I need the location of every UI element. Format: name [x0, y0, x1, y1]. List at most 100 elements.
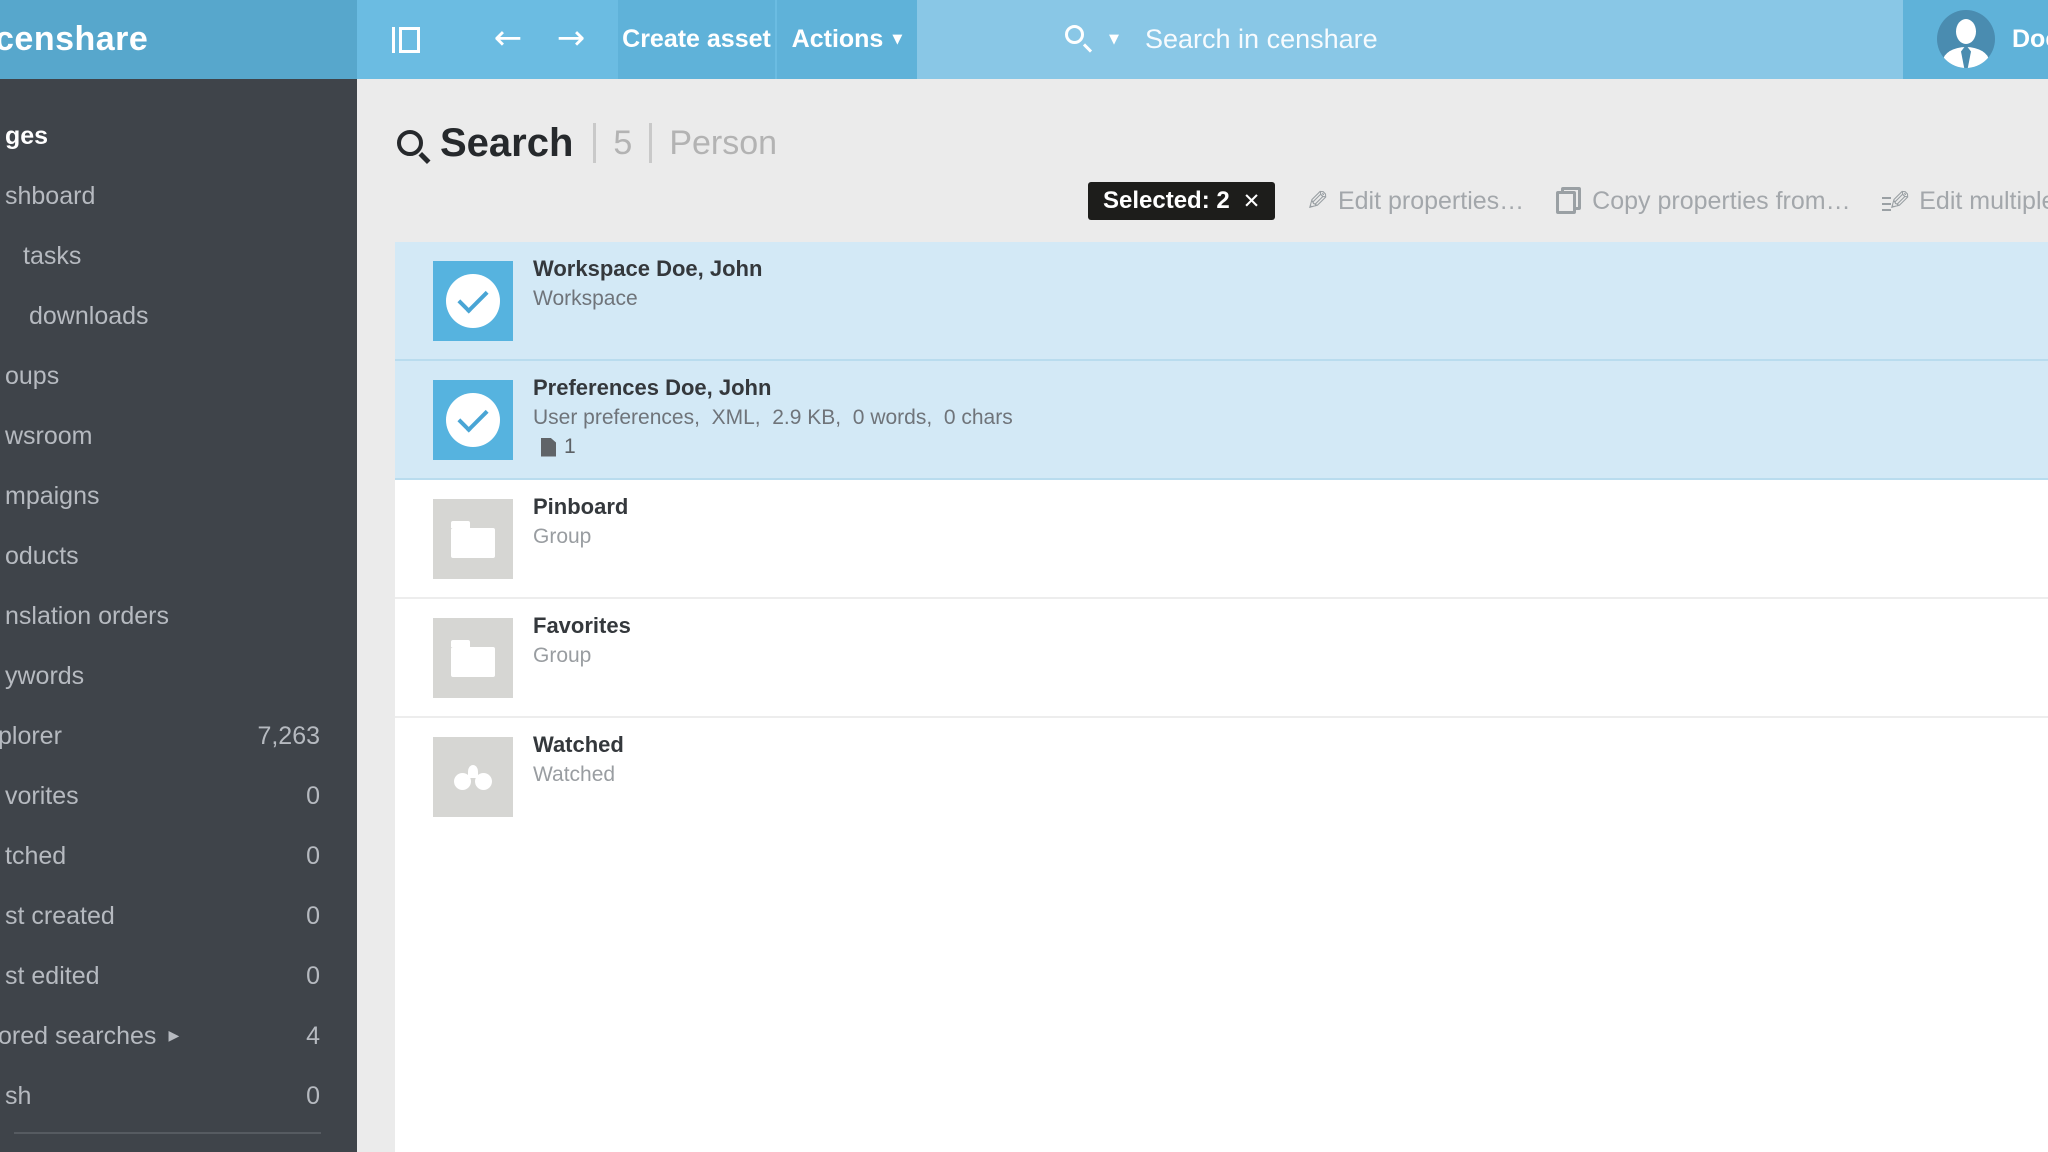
search-input[interactable] — [1145, 0, 1845, 79]
sidebar-item-count: 0 — [306, 902, 320, 931]
folder-icon — [451, 647, 495, 677]
sidebar-item[interactable]: st edited ▶ 0 — [0, 946, 357, 1006]
chevron-down-icon: ▼ — [892, 32, 902, 47]
pencil-icon: ✎ — [1306, 186, 1329, 217]
page-count: 1 — [564, 435, 576, 459]
results-list: Workspace Doe, John Workspace Preference… — [395, 242, 2048, 1152]
sidebar-item-label: wsroom — [5, 422, 93, 451]
sidebar-item[interactable]: sh ▶ 0 — [0, 1066, 357, 1126]
sidebar-item[interactable]: tasks ▶ — [0, 226, 357, 286]
sidebar-item[interactable]: ored searches ▶ 4 — [0, 1006, 357, 1066]
topbar: censhare ← → Create asset Actions ▼ ▼ Do… — [0, 0, 2048, 79]
search-scope-chevron-icon[interactable]: ▼ — [1109, 0, 1119, 79]
sidebar-item-count: 0 — [306, 842, 320, 871]
header-separator — [593, 123, 596, 163]
actions-label: Actions — [792, 25, 884, 54]
sidebar-item-label: tched — [5, 842, 66, 871]
sidebar-item[interactable]: plorer ▶ 7,263 — [0, 706, 357, 766]
sidebar-item[interactable]: shboard ▶ — [0, 166, 357, 226]
user-menu[interactable]: Doe — [1903, 0, 2048, 79]
result-row-text: Preferences Doe, John User preferences, … — [533, 361, 1013, 478]
sidebar-item-count: 4 — [306, 1022, 320, 1051]
result-title: Preferences Doe, John — [533, 374, 1013, 402]
result-title: Pinboard — [533, 493, 628, 521]
sidebar-item[interactable]: oducts ▶ — [0, 526, 357, 586]
asset-thumbnail[interactable] — [433, 618, 513, 698]
edit-properties-button[interactable]: ✎ Edit properties… — [1306, 186, 1524, 217]
toggle-sidebar-icon[interactable] — [399, 27, 420, 53]
close-icon[interactable]: ✕ — [1243, 189, 1261, 213]
sidebar-item[interactable]: mpaigns ▶ — [0, 466, 357, 526]
action-label: Edit multiple asse — [1919, 187, 2048, 216]
sidebar-item-count: 0 — [306, 782, 320, 811]
copy-icon — [1555, 187, 1582, 215]
result-row[interactable]: Pinboard Group — [395, 480, 2048, 599]
selected-check-icon — [446, 393, 500, 447]
sidebar-item[interactable]: nslation orders ▶ — [0, 586, 357, 646]
sidebar-item[interactable]: wsroom ▶ — [0, 406, 357, 466]
pencil-icon: ✎ — [1888, 186, 1911, 217]
asset-thumbnail[interactable] — [433, 261, 513, 341]
document-icon — [541, 438, 556, 457]
sidebar-item-label: nslation orders — [5, 602, 169, 631]
page-title: Search — [440, 121, 573, 166]
sidebar-item[interactable]: downloads ▶ — [0, 286, 357, 346]
asset-thumbnail[interactable] — [433, 380, 513, 460]
result-row-text: Workspace Doe, John Workspace — [533, 242, 762, 359]
result-type-label: Person — [669, 124, 777, 163]
result-row[interactable]: Favorites Group — [395, 599, 2048, 718]
edit-multiple-assets-button[interactable]: ✎ Edit multiple asse — [1882, 186, 2048, 217]
result-subtitle: Workspace — [533, 285, 762, 312]
sidebar-item-label: oducts — [5, 542, 79, 571]
sidebar-item[interactable]: ges ▶ — [0, 106, 357, 166]
sidebar-item-label: ored searches — [0, 1022, 156, 1051]
result-row[interactable]: Watched Watched — [395, 718, 2048, 837]
result-count: 5 — [613, 124, 632, 163]
result-title: Workspace Doe, John — [533, 255, 762, 283]
sidebar-item-label: oups — [5, 362, 59, 391]
asset-thumbnail[interactable] — [433, 737, 513, 817]
forward-arrow-icon[interactable]: → — [549, 0, 593, 76]
sidebar-item-label: tasks — [23, 242, 81, 271]
sidebar-item-label: sh — [5, 1082, 31, 1111]
result-subtitle: Group — [533, 523, 628, 550]
header-separator — [649, 123, 652, 163]
actions-button[interactable]: Actions ▼ — [777, 0, 917, 79]
sidebar-item-count: 0 — [306, 1082, 320, 1111]
copy-properties-button[interactable]: Copy properties from… — [1555, 187, 1850, 216]
sidebar-item-label: mpaigns — [5, 482, 100, 511]
search-header-icon — [397, 130, 423, 156]
global-search-bar: ▼ — [917, 0, 1903, 79]
result-title: Favorites — [533, 612, 631, 640]
tie-shape — [1961, 45, 1971, 68]
result-row-text: Pinboard Group — [533, 480, 628, 597]
sidebar-item-label: st created — [5, 902, 115, 931]
sidebar-divider — [14, 1132, 321, 1134]
sidebar-item-label: shboard — [5, 182, 95, 211]
sidebar-item[interactable]: ywords ▶ — [0, 646, 357, 706]
back-arrow-icon[interactable]: ← — [486, 0, 530, 76]
censhare-logo[interactable]: censhare — [0, 0, 357, 79]
main-content: Search 5 Person Selected: 2 ✕ ✎ Edit pro… — [357, 79, 2048, 1152]
sidebar-item-label: st edited — [5, 962, 100, 991]
result-row[interactable]: Workspace Doe, John Workspace — [395, 242, 2048, 361]
user-name-label: Doe — [2012, 0, 2048, 79]
selected-check-icon — [446, 274, 500, 328]
result-row[interactable]: Preferences Doe, John User preferences, … — [395, 361, 2048, 480]
sidebar-item[interactable]: vorites ▶ 0 — [0, 766, 357, 826]
sidebar-item-label: downloads — [29, 302, 149, 331]
sidebar-item-label: ywords — [5, 662, 84, 691]
sidebar-item-count: 7,263 — [257, 722, 320, 751]
action-label: Edit properties… — [1338, 187, 1524, 216]
selection-badge: Selected: 2 ✕ — [1088, 182, 1275, 220]
sidebar-item-count: 0 — [306, 962, 320, 991]
result-row-text: Favorites Group — [533, 599, 631, 716]
sidebar: ges ▶ shboard ▶ tasks ▶ downloads ▶ oups… — [0, 79, 357, 1152]
create-asset-button[interactable]: Create asset — [618, 0, 775, 79]
search-icon[interactable] — [1065, 25, 1084, 44]
sidebar-item[interactable]: st created ▶ 0 — [0, 886, 357, 946]
sidebar-item[interactable]: oups ▶ — [0, 346, 357, 406]
sidebar-item[interactable]: tched ▶ 0 — [0, 826, 357, 886]
result-subtitle: Watched — [533, 761, 624, 788]
asset-thumbnail[interactable] — [433, 499, 513, 579]
